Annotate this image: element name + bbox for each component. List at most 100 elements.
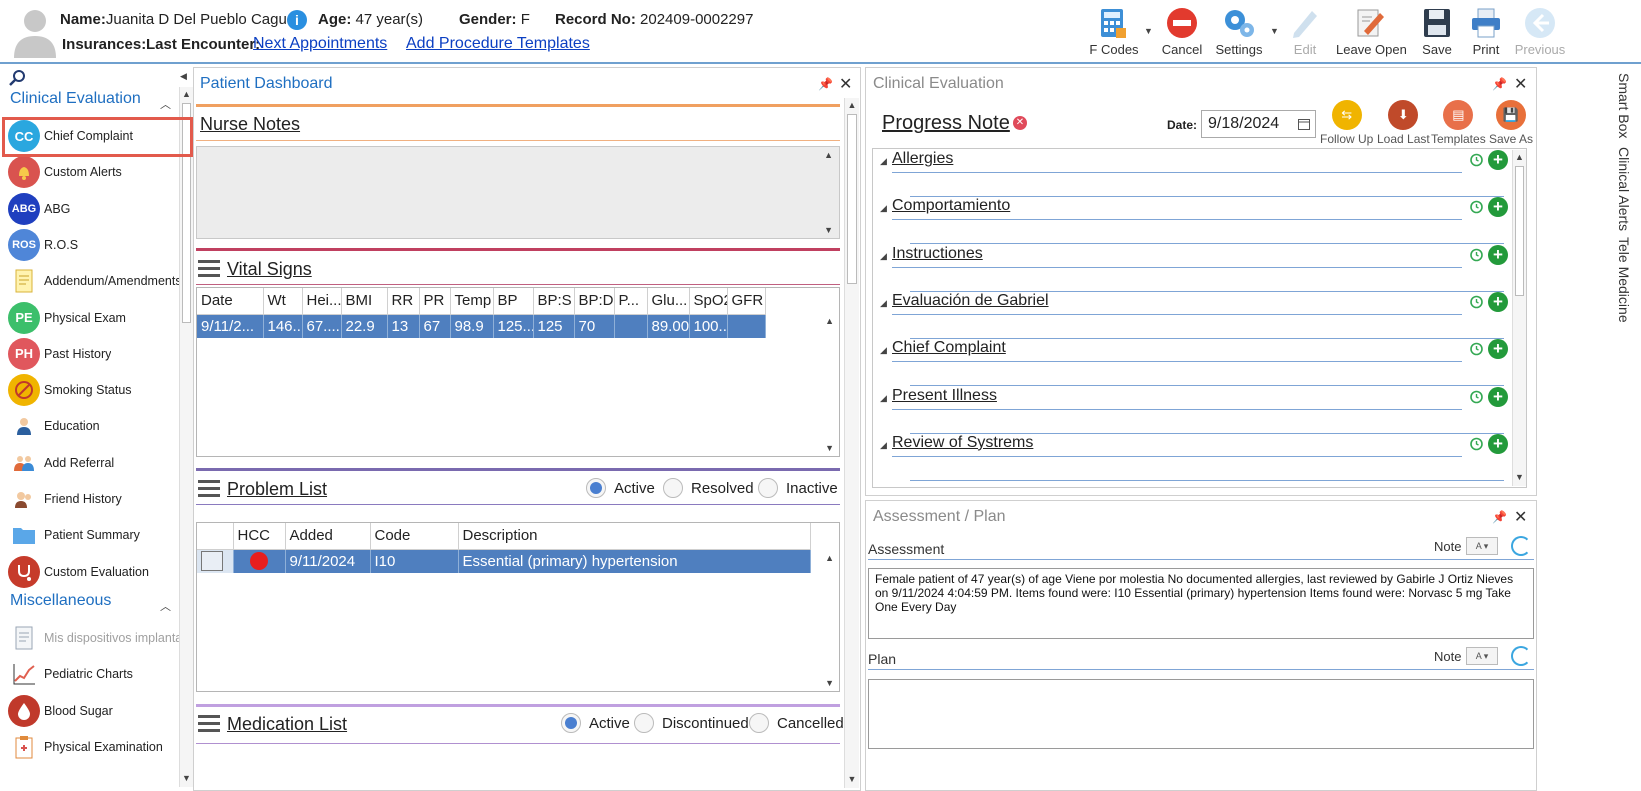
column-header[interactable]: Code [370,523,459,550]
radio-button[interactable] [634,713,654,733]
refresh-icon[interactable] [1511,646,1531,666]
scroll-up-icon[interactable]: ▲ [1513,152,1526,162]
add-icon[interactable]: + [1488,150,1508,170]
column-header[interactable]: BP [493,288,534,315]
column-header[interactable]: RR [387,288,420,315]
search-icon[interactable] [9,69,27,87]
sidebar-item-physical-examination[interactable]: Physical Examination [8,729,183,765]
settings-dropdown-icon[interactable]: ▼ [1270,26,1279,36]
column-header[interactable]: Hei... [302,288,342,315]
filter-radio-cancelled[interactable]: Cancelled [749,713,844,733]
pin-icon[interactable]: 📌 [1492,510,1507,524]
cancel-button[interactable]: Cancel [1160,4,1204,60]
clinical-scrollbar[interactable]: ▲ ▼ [1512,150,1526,486]
section-present-illness[interactable]: ◢ Present Illness + [878,386,1514,434]
section-comportamiento[interactable]: ◢ Comportamiento + [878,197,1514,245]
section-title[interactable]: Evaluación de Gabriel [892,292,1049,310]
column-header[interactable]: Description [458,523,811,550]
close-icon[interactable]: ✕ [839,74,852,94]
plan-textarea[interactable] [868,679,1534,749]
close-icon[interactable]: ✕ [1514,507,1527,527]
section-miscellaneous[interactable]: Miscellaneous [10,592,111,610]
scroll-thumb[interactable] [1515,166,1524,296]
column-header[interactable]: BP:S [533,288,575,315]
add-icon[interactable]: + [1488,339,1508,360]
scroll-down-icon[interactable]: ▼ [845,774,859,784]
refresh-icon[interactable] [1511,536,1531,556]
scroll-down-icon[interactable]: ▼ [825,443,834,453]
scroll-down-icon[interactable]: ▼ [824,225,833,235]
info-icon[interactable]: i [287,10,307,30]
add-icon[interactable]: + [1488,386,1508,407]
scroll-up-icon[interactable]: ▲ [825,553,834,563]
column-header[interactable]: HCC [233,523,286,550]
sidebar-item-pediatric-charts[interactable]: Pediatric Charts [8,656,183,692]
save-button[interactable]: Save [1418,4,1456,60]
filter-radio-active[interactable]: Active [561,713,630,733]
collapse-triangle-icon[interactable]: ◢ [880,393,887,404]
section-chief-complaint[interactable]: ◢ Chief Complaint + [878,339,1514,387]
section-allergies[interactable]: ◢ Allergies + [878,150,1514,197]
collapse-triangle-icon[interactable]: ◢ [880,440,887,451]
column-header[interactable]: Temp [450,288,494,315]
section-review-of-systrems[interactable]: ◢ Review of Systrems + [878,433,1514,481]
scroll-down-icon[interactable]: ▼ [180,773,193,783]
section-title[interactable]: Comportamiento [892,197,1010,215]
radio-button[interactable] [663,478,683,498]
edit-button[interactable]: Edit [1285,4,1325,60]
sidebar-scrollbar[interactable]: ▲ ▼ [179,87,193,787]
sidebar-item-custom-alerts[interactable]: Custom Alerts [8,154,183,190]
filter-radio-discontinued[interactable]: Discontinued [634,713,749,733]
alarm-clock-icon[interactable] [1469,152,1484,167]
filter-radio-resolved[interactable]: Resolved [663,478,754,498]
save-as-button[interactable]: 💾 Save As [1489,100,1533,146]
collapse-sidebar-icon[interactable]: ◀ [180,71,187,82]
scroll-up-icon[interactable]: ▲ [824,150,833,160]
sidebar-item-custom-evaluation[interactable]: Custom Evaluation [8,554,183,590]
filter-radio-inactive[interactable]: Inactive [758,478,838,498]
leave-open-button[interactable]: Leave Open [1336,4,1407,60]
radio-button[interactable] [749,713,769,733]
menu-icon[interactable] [198,480,220,498]
sidebar-item-addendum-amendments[interactable]: Addendum/Amendments [8,263,183,299]
sidebar-item-add-referral[interactable]: Add Referral [8,445,183,481]
radio-button[interactable] [586,478,606,498]
table-row[interactable]: 9/11/2024 I10 Essential (primary) hyperten… [197,549,811,573]
sidebar-item-past-history[interactable]: PH Past History [8,336,183,372]
row-checkbox[interactable] [197,549,234,573]
scroll-up-icon[interactable]: ▲ [825,316,834,326]
pin-icon[interactable]: 📌 [818,77,833,91]
calendar-icon[interactable] [1298,118,1310,130]
alarm-clock-icon[interactable] [1469,341,1484,356]
chevron-up-icon[interactable]: ︿ [160,598,171,614]
menu-icon[interactable] [198,715,220,733]
section-title[interactable]: Allergies [892,150,953,168]
note-dropdown[interactable]: A ▾ [1466,537,1498,555]
section-evaluaci-n-de-gabriel[interactable]: ◢ Evaluación de Gabriel + [878,291,1514,339]
column-header[interactable]: Wt [263,288,303,315]
collapse-triangle-icon[interactable]: ◢ [880,251,887,262]
scroll-up-icon[interactable]: ▲ [180,89,193,99]
filter-radio-active[interactable]: Active [586,478,655,498]
sidebar-item-r-o-s[interactable]: ROS R.O.S [8,227,183,263]
collapse-triangle-icon[interactable]: ◢ [880,345,887,356]
chevron-up-icon[interactable]: ︿ [160,96,171,112]
pin-icon[interactable]: 📌 [1492,77,1507,91]
section-instructiones[interactable]: ◢ Instructiones + [878,244,1514,292]
f-codes-dropdown-icon[interactable]: ▼ [1144,26,1153,36]
alarm-clock-icon[interactable] [1469,294,1484,309]
sidebar-item-mis-dispositivos-implanta[interactable]: Mis dispositivos implanta [8,620,183,656]
radio-button[interactable] [758,478,778,498]
print-button[interactable]: Print [1466,4,1506,60]
sidebar-item-blood-sugar[interactable]: Blood Sugar [8,693,183,729]
sidebar-item-friend-history[interactable]: Friend History [8,481,183,517]
section-title[interactable]: Present Illness [892,387,997,405]
add-procedure-templates-link[interactable]: Add Procedure Templates [406,35,590,53]
alarm-clock-icon[interactable] [1469,436,1484,451]
column-header[interactable]: BP:D [574,288,615,315]
nurse-notes-textarea[interactable]: ▲ ▼ [196,146,840,239]
scroll-down-icon[interactable]: ▼ [1513,472,1526,482]
column-header[interactable]: GFR [727,288,766,315]
section-title[interactable]: Chief Complaint [892,339,1006,357]
section-title[interactable]: Review of Systrems [892,434,1033,452]
